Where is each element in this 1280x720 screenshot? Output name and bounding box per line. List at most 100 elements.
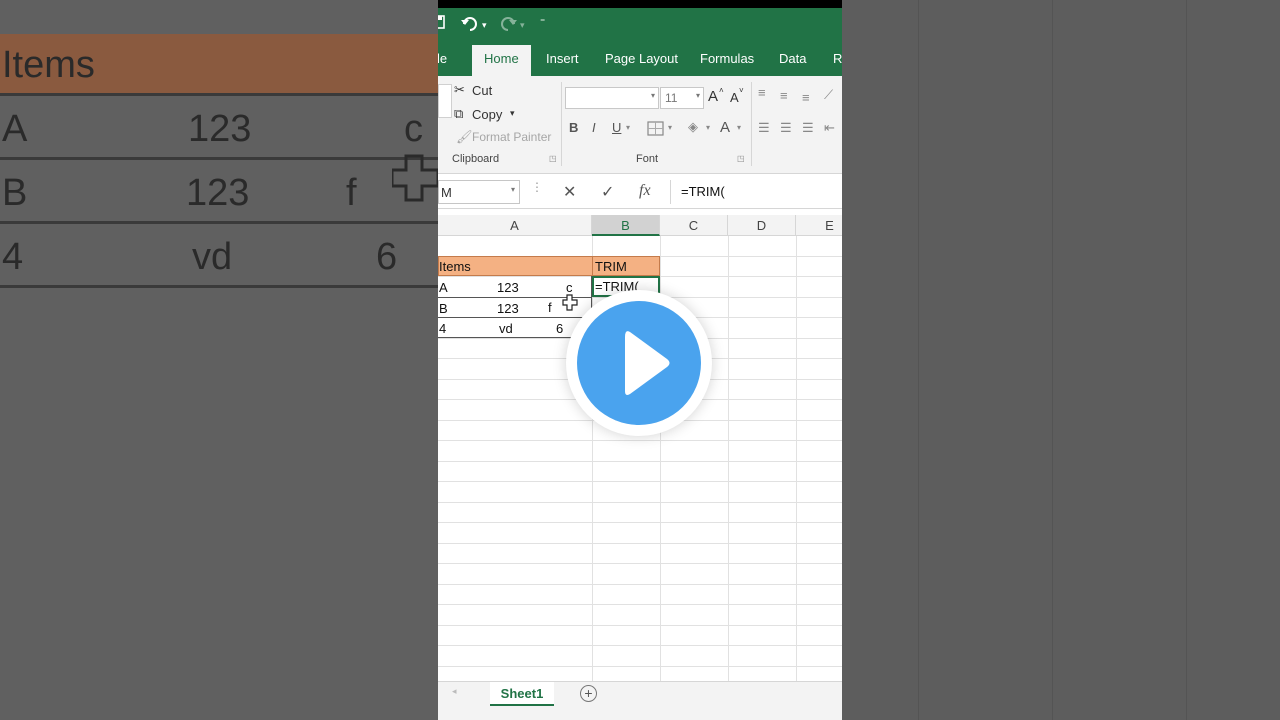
bg-cell: c xyxy=(404,108,423,150)
format-painter-icon: 🖌 xyxy=(456,129,473,144)
font-name-dropdown-icon[interactable]: ▾ xyxy=(651,91,655,100)
cell-cursor-icon xyxy=(562,294,578,311)
formula-bar-grip-icon: ⋮ xyxy=(531,180,543,194)
column-header-b[interactable]: B xyxy=(592,215,660,236)
shrink-font-button[interactable]: A xyxy=(730,90,739,105)
fill-color-dropdown-icon[interactable]: ▾ xyxy=(706,123,710,132)
font-group-label: Font xyxy=(636,153,659,165)
cell-r3-number[interactable]: 6 xyxy=(556,321,563,336)
formula-input[interactable]: =TRIM( xyxy=(670,180,842,204)
sheet-scroll-left-icon[interactable]: ◂ xyxy=(452,686,457,697)
bg-cell: 4 xyxy=(2,236,24,278)
cell-r3-text[interactable]: vd xyxy=(499,321,513,336)
blurred-background-right xyxy=(842,0,1280,720)
tab-page-layout[interactable]: Page Layout xyxy=(605,51,678,66)
bg-cell: B xyxy=(2,172,28,214)
bg-row: B 123 f xyxy=(0,154,438,224)
cell-r2-number[interactable]: 123 xyxy=(497,301,519,316)
orientation-icon[interactable]: ⟋ xyxy=(824,87,833,103)
font-launcher-icon[interactable]: ◳ xyxy=(737,154,745,163)
bg-cell: 123 xyxy=(186,172,250,214)
font-size-dropdown-icon[interactable]: ▾ xyxy=(696,91,700,100)
align-right-icon[interactable]: ☰ xyxy=(802,120,814,136)
tab-formulas[interactable]: Formulas xyxy=(700,51,754,66)
cell-r2-letter[interactable]: f xyxy=(548,300,552,315)
grow-font-button[interactable]: A xyxy=(708,88,718,105)
save-icon[interactable] xyxy=(438,15,446,34)
bold-button[interactable]: B xyxy=(569,120,578,135)
enter-formula-button[interactable]: ✓ xyxy=(601,182,614,202)
bg-cell: vd xyxy=(192,236,233,278)
bg-header-row: Items xyxy=(0,34,438,96)
column-header-a[interactable]: A xyxy=(438,215,592,236)
undo-icon[interactable] xyxy=(460,15,480,38)
borders-icon[interactable] xyxy=(647,121,665,137)
tab-review[interactable]: Re xyxy=(833,51,842,66)
align-left-icon[interactable]: ☰ xyxy=(758,120,770,136)
name-box-dropdown-icon[interactable]: ▾ xyxy=(511,185,515,194)
tab-file[interactable]: le xyxy=(438,51,447,66)
tab-home[interactable]: Home xyxy=(472,45,531,76)
column-header-c[interactable]: C xyxy=(660,215,728,236)
copy-dropdown-icon[interactable]: ▾ xyxy=(510,108,515,119)
clipboard-launcher-icon[interactable]: ◳ xyxy=(549,154,557,163)
cell-r2-label[interactable]: B xyxy=(439,301,448,316)
insert-function-button[interactable]: fx xyxy=(639,182,651,200)
font-size-field[interactable]: 11 ▾ xyxy=(660,87,704,109)
formula-bar: M ▾ ⋮ ✕ ✓ fx =TRIM( xyxy=(438,175,842,209)
sheet-tab-sheet1[interactable]: Sheet1 xyxy=(490,682,554,706)
bg-cell: A xyxy=(2,108,28,150)
cut-button[interactable]: Cut xyxy=(472,83,492,98)
paste-icon[interactable] xyxy=(438,84,452,118)
clipboard-group-label: Clipboard xyxy=(452,153,500,165)
align-bottom-icon[interactable]: ≡ xyxy=(802,90,810,105)
video-frame: Items A 123 c B 123 f 4 vd 6 ▾ ▾ ⁼ le Ho… xyxy=(0,0,1280,720)
align-middle-icon[interactable]: ≡ xyxy=(780,88,788,103)
align-top-icon[interactable]: ≡ xyxy=(758,85,766,100)
column-header-d[interactable]: D xyxy=(728,215,796,236)
cell-items-header[interactable]: Items xyxy=(439,259,471,274)
underline-button[interactable]: U xyxy=(612,120,621,135)
bg-row: A 123 c xyxy=(0,98,438,160)
fill-color-icon[interactable]: ◈ xyxy=(688,119,698,135)
tab-data[interactable]: Data xyxy=(779,51,806,66)
ribbon-home: ✂ Cut ⧉ Copy ▾ 🖌 Format Painter Clipboar… xyxy=(438,76,842,174)
bg-row: 4 vd 6 xyxy=(0,226,438,288)
cell-trim-header[interactable]: TRIM xyxy=(595,259,627,274)
cell-r1-letter[interactable]: c xyxy=(566,280,573,295)
align-center-icon[interactable]: ☰ xyxy=(780,120,792,136)
bg-cell: 123 xyxy=(188,108,252,150)
tab-insert[interactable]: Insert xyxy=(546,51,579,66)
italic-button[interactable]: I xyxy=(592,120,596,135)
bg-header-text: Items xyxy=(2,44,95,86)
cancel-formula-button[interactable]: ✕ xyxy=(563,182,576,202)
undo-dropdown-icon[interactable]: ▾ xyxy=(482,20,487,31)
underline-dropdown-icon[interactable]: ▾ xyxy=(626,123,630,132)
font-name-field[interactable]: ▾ xyxy=(565,87,659,109)
ribbon-tabs: le Home Insert Page Layout Formulas Data… xyxy=(438,42,842,76)
copy-icon: ⧉ xyxy=(454,106,464,121)
add-sheet-button[interactable]: + xyxy=(580,685,597,702)
borders-dropdown-icon[interactable]: ▾ xyxy=(668,123,672,132)
customize-icon[interactable]: ⁼ xyxy=(540,17,545,28)
format-painter-button[interactable]: Format Painter xyxy=(472,130,551,144)
name-box-value: M xyxy=(441,185,452,200)
bg-cell: f xyxy=(346,172,357,214)
quick-access-toolbar: ▾ ▾ ⁼ xyxy=(438,8,842,42)
play-button[interactable] xyxy=(566,290,712,436)
decrease-indent-icon[interactable]: ⇤ xyxy=(824,120,835,136)
redo-dropdown-icon[interactable]: ▾ xyxy=(520,20,525,31)
copy-button[interactable]: Copy xyxy=(472,107,502,122)
sheet-tab-bar: ◂ Sheet1 + xyxy=(438,681,842,720)
name-box[interactable]: M ▾ xyxy=(438,180,520,204)
font-color-button[interactable]: A xyxy=(720,119,730,136)
cell-r1-label[interactable]: A xyxy=(439,280,448,295)
redo-icon[interactable] xyxy=(498,15,518,38)
column-headers: A B C D E xyxy=(438,215,842,236)
font-color-dropdown-icon[interactable]: ▾ xyxy=(737,123,741,132)
cell-r1-number[interactable]: 123 xyxy=(497,280,519,295)
column-header-e[interactable]: E xyxy=(796,215,842,236)
font-size-value: 11 xyxy=(665,91,678,105)
shrink-font-arrow-icon: ˅ xyxy=(739,86,744,95)
cell-r3-label[interactable]: 4 xyxy=(439,321,446,336)
